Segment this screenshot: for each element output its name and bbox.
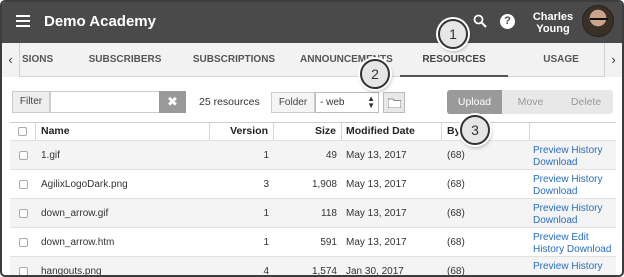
row-actions: Preview Edit History Download <box>530 228 616 256</box>
row-checkbox[interactable] <box>10 199 36 227</box>
file-size: 118 <box>321 208 337 219</box>
history-link[interactable]: History <box>533 244 564 255</box>
history-link[interactable]: History <box>571 145 602 156</box>
folder-icon <box>388 98 401 108</box>
table-row: down_arrow.gif 1 118 May 13, 2017 (68) P… <box>10 199 616 228</box>
modified-by: (68) <box>447 266 465 277</box>
avatar[interactable] <box>582 5 614 37</box>
modified-by: (68) <box>447 237 465 248</box>
modified-date: May 13, 2017 <box>346 237 407 248</box>
file-size: 1,574 <box>311 266 337 277</box>
row-actions: Preview History Download <box>530 141 616 169</box>
file-name: AgilixLogoDark.png <box>41 179 128 190</box>
modified-by: (68) <box>447 208 465 219</box>
column-header-name[interactable]: Name <box>36 123 210 140</box>
column-header-actions <box>530 123 616 140</box>
filter-label: Filter <box>12 91 50 113</box>
modified-by: (68) <box>447 179 465 190</box>
modified-date: May 13, 2017 <box>346 150 407 161</box>
preview-link[interactable]: Preview <box>533 174 569 185</box>
history-link[interactable]: History <box>571 203 602 214</box>
user-last-name: Young <box>536 23 570 35</box>
file-size: 1,908 <box>311 179 337 190</box>
download-link[interactable]: Download <box>533 215 577 226</box>
app-window: Demo Academy ? Charles Young ‹ SIONS SUB… <box>0 0 624 277</box>
file-version: 3 <box>263 179 269 190</box>
move-button[interactable]: Move <box>504 90 557 114</box>
edit-link[interactable]: Edit <box>571 232 588 243</box>
search-icon[interactable] <box>473 14 487 28</box>
callout-1: 1 <box>438 19 468 49</box>
preview-link[interactable]: Preview <box>533 232 569 243</box>
table-header-row: Name Version Size Modified Date By <box>10 123 616 141</box>
file-size: 49 <box>325 150 337 161</box>
table-row: AgilixLogoDark.png 3 1,908 May 13, 2017 … <box>10 170 616 199</box>
download-link[interactable]: Download <box>533 186 577 197</box>
tab-subscribers[interactable]: SUBSCRIBERS <box>84 43 166 77</box>
hamburger-menu-icon[interactable] <box>16 15 30 27</box>
file-version: 1 <box>263 237 269 248</box>
tab-sessions[interactable]: SIONS <box>22 43 53 77</box>
app-header: Demo Academy ? Charles Young <box>2 2 622 43</box>
resources-table: Name Version Size Modified Date By 1.gif… <box>10 122 616 275</box>
table-row: 1.gif 1 49 May 13, 2017 (68) Preview His… <box>10 141 616 170</box>
row-actions: Preview History Download <box>530 199 616 227</box>
tab-scroll-right-icon[interactable]: › <box>604 43 622 77</box>
modified-date: May 13, 2017 <box>346 208 407 219</box>
help-icon[interactable]: ? <box>500 14 515 29</box>
modified-date: Jan 30, 2017 <box>346 266 404 277</box>
modified-date: May 13, 2017 <box>346 179 407 190</box>
tab-scroll-left-icon[interactable]: ‹ <box>2 43 20 77</box>
file-size: 591 <box>320 237 337 248</box>
row-actions: Preview History <box>530 257 616 275</box>
resource-actions: Upload Move Delete <box>447 90 613 114</box>
filter-clear-button[interactable]: ✖ <box>159 91 186 113</box>
download-link[interactable]: Download <box>567 244 611 255</box>
row-actions: Preview History Download <box>530 170 616 198</box>
callout-2: 2 <box>360 59 390 89</box>
table-row: down_arrow.htm 1 591 May 13, 2017 (68) P… <box>10 228 616 257</box>
file-name: down_arrow.htm <box>41 237 115 248</box>
row-checkbox[interactable] <box>10 170 36 198</box>
user-name[interactable]: Charles Young <box>530 11 576 35</box>
tab-usage[interactable]: USAGE <box>532 43 590 77</box>
new-folder-button[interactable] <box>383 92 405 113</box>
column-header-version[interactable]: Version <box>210 123 274 140</box>
file-name: 1.gif <box>41 150 60 161</box>
folder-label: Folder <box>271 92 315 113</box>
preview-link[interactable]: Preview <box>533 261 569 272</box>
user-first-name: Charles <box>532 11 574 23</box>
tab-bar: ‹ SIONS SUBSCRIBERS SUBSCRIPTIONS ANNOUN… <box>2 43 622 77</box>
row-checkbox[interactable] <box>10 257 36 275</box>
file-name: down_arrow.gif <box>41 208 109 219</box>
file-name: hangouts.png <box>41 266 102 277</box>
delete-button[interactable]: Delete <box>559 90 613 114</box>
row-checkbox[interactable] <box>10 141 36 169</box>
filter-input[interactable] <box>50 91 160 113</box>
download-link[interactable]: Download <box>533 157 577 168</box>
select-caret-icon: ▲ ▼ <box>367 94 375 110</box>
modified-by: (68) <box>447 150 465 161</box>
file-version: 4 <box>263 266 269 277</box>
upload-button[interactable]: Upload <box>447 90 502 114</box>
select-all-checkbox[interactable] <box>10 123 36 140</box>
folder-select[interactable]: - web ▲ ▼ <box>315 92 379 113</box>
table-row: hangouts.png 4 1,574 Jan 30, 2017 (68) P… <box>10 257 616 277</box>
file-version: 1 <box>263 150 269 161</box>
callout-3: 3 <box>460 115 490 145</box>
history-link[interactable]: History <box>571 261 602 272</box>
column-header-modified-date[interactable]: Modified Date <box>342 123 442 140</box>
folder-select-value: - web <box>320 97 345 108</box>
resource-count: 25 resources <box>199 96 260 108</box>
file-version: 1 <box>263 208 269 219</box>
column-header-size[interactable]: Size <box>274 123 342 140</box>
app-title: Demo Academy <box>44 13 156 30</box>
preview-link[interactable]: Preview <box>533 145 569 156</box>
row-checkbox[interactable] <box>10 228 36 256</box>
tab-subscriptions[interactable]: SUBSCRIPTIONS <box>190 43 278 77</box>
history-link[interactable]: History <box>571 174 602 185</box>
preview-link[interactable]: Preview <box>533 203 569 214</box>
